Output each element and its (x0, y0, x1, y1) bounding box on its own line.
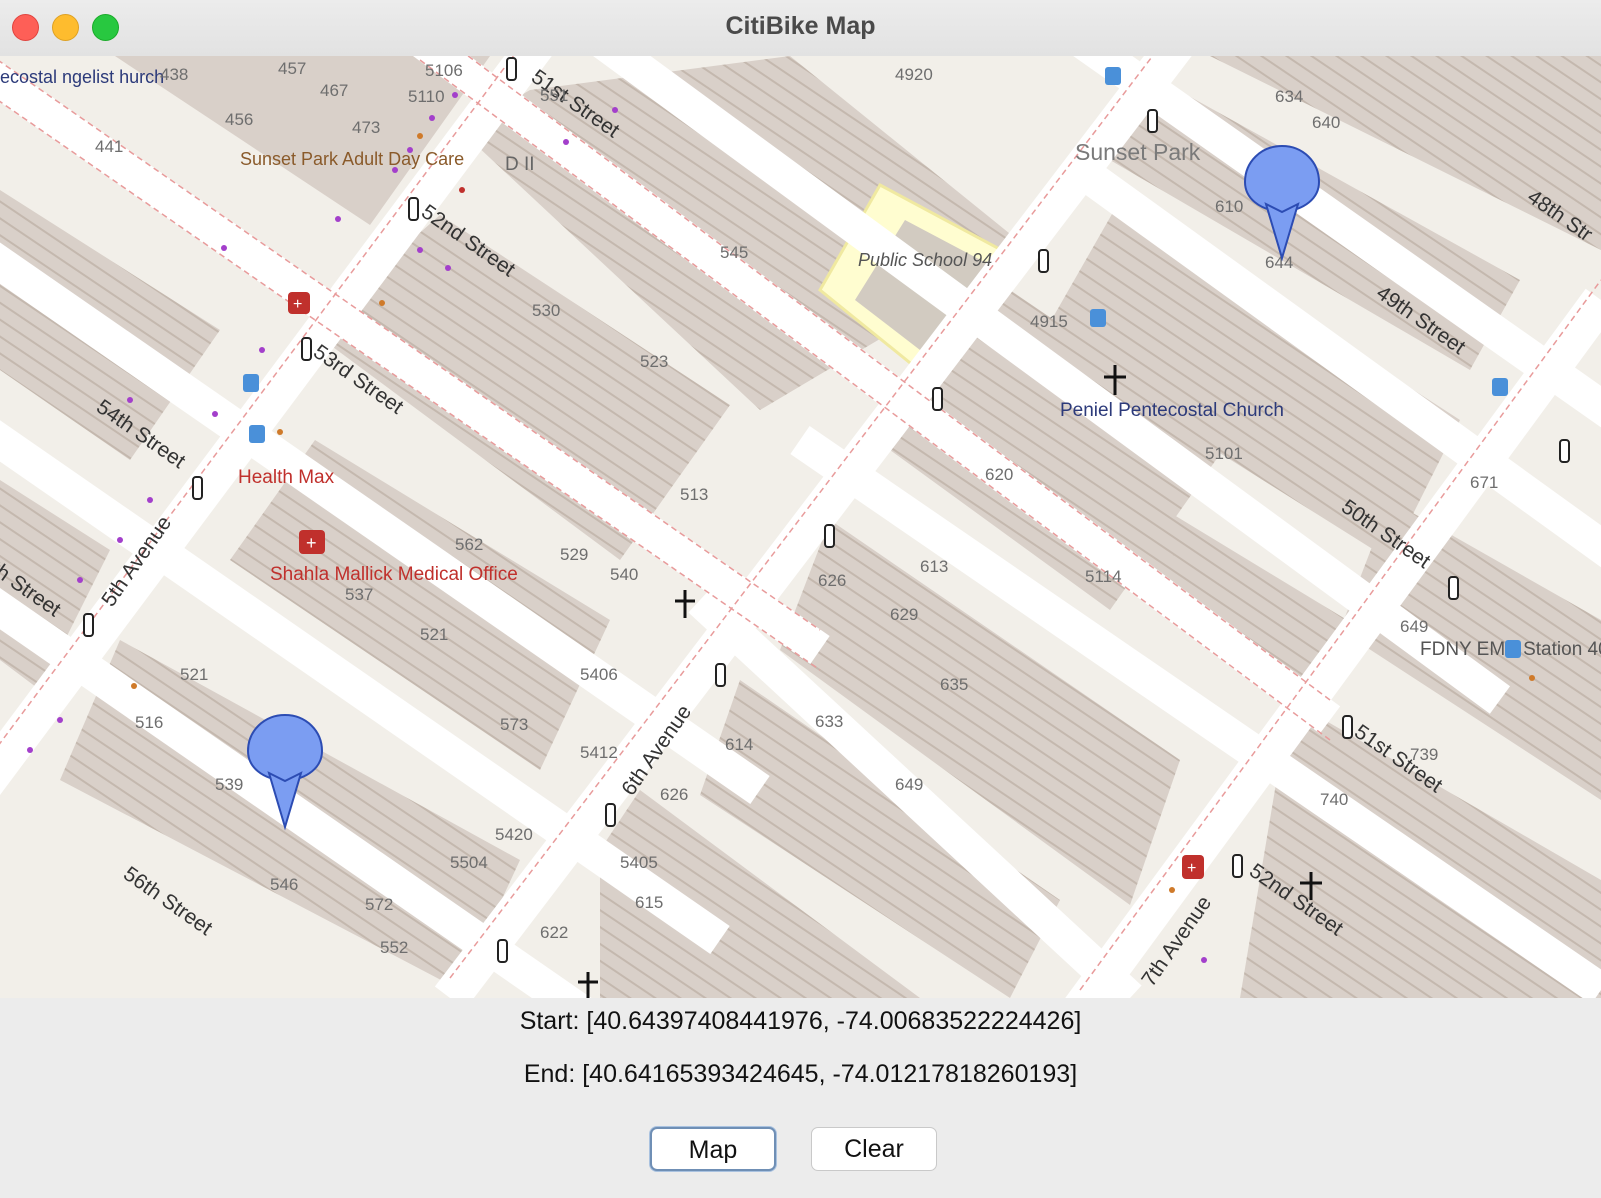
svg-text:546: 546 (270, 875, 298, 894)
svg-text:671: 671 (1470, 473, 1498, 492)
svg-text:649: 649 (895, 775, 923, 794)
church-label: Peniel Pentecostal Church (1060, 400, 1284, 421)
school-label: Public School 94 (858, 250, 992, 270)
svg-text:5106: 5106 (425, 61, 463, 80)
svg-text:562: 562 (455, 535, 483, 554)
svg-text:615: 615 (635, 893, 663, 912)
map-canvas[interactable]: 51st Street 52nd Street 53rd Street 54th… (0, 56, 1601, 998)
svg-text:+: + (306, 533, 317, 553)
church-partial-label: ecostal ngelist hurch (0, 67, 164, 87)
svg-text:521: 521 (180, 665, 208, 684)
svg-text:626: 626 (818, 571, 846, 590)
health-max-label: Health Max (238, 467, 335, 488)
svg-text:626: 626 (660, 785, 688, 804)
svg-text:4915: 4915 (1030, 312, 1068, 331)
svg-text:629: 629 (890, 605, 918, 624)
svg-text:649: 649 (1400, 617, 1428, 636)
svg-text:473: 473 (352, 118, 380, 137)
block-label: D II (505, 154, 535, 175)
medical-office-label: Shahla Mallick Medical Office (270, 564, 518, 585)
svg-text:457: 457 (278, 59, 306, 78)
svg-text:5101: 5101 (1205, 444, 1243, 463)
svg-text:545: 545 (720, 243, 748, 262)
svg-text:529: 529 (560, 545, 588, 564)
svg-text:5110: 5110 (408, 87, 445, 106)
svg-text:634: 634 (1275, 87, 1303, 106)
svg-text:614: 614 (725, 735, 753, 754)
svg-text:633: 633 (815, 712, 843, 731)
clear-button[interactable]: Clear (811, 1127, 937, 1171)
end-marker-icon (246, 713, 324, 783)
map-view[interactable]: 51st Street 52nd Street 53rd Street 54th… (0, 56, 1601, 998)
svg-text:740: 740 (1320, 790, 1348, 809)
end-coordinates: End: [40.64165393424645, -74.01217818260… (523, 1060, 1078, 1088)
svg-text:622: 622 (540, 923, 568, 942)
svg-text:537: 537 (345, 585, 373, 604)
svg-text:573: 573 (500, 715, 528, 734)
start-coordinates: Start: [40.64397408441976, -74.006835222… (519, 1007, 1082, 1035)
svg-text:644: 644 (1265, 253, 1293, 272)
svg-text:530: 530 (532, 301, 560, 320)
start-marker-icon (1243, 144, 1321, 214)
svg-text:620: 620 (985, 465, 1013, 484)
neighborhood-label: Sunset Park (1075, 139, 1201, 165)
svg-text:552: 552 (380, 938, 408, 957)
app-window: CitiBike Map 51st Street 52nd Street 53r… (0, 0, 1601, 1198)
svg-text:438: 438 (160, 65, 188, 84)
svg-text:540: 540 (610, 565, 638, 584)
svg-text:5420: 5420 (495, 825, 533, 844)
svg-text:610: 610 (1215, 197, 1243, 216)
svg-text:467: 467 (320, 81, 348, 100)
svg-text:521: 521 (420, 625, 448, 644)
svg-text:523: 523 (640, 352, 668, 371)
svg-text:456: 456 (225, 110, 253, 129)
svg-text:5412: 5412 (580, 743, 618, 762)
svg-text:4920: 4920 (895, 65, 933, 84)
svg-text:613: 613 (920, 557, 948, 576)
svg-text:5405: 5405 (620, 853, 658, 872)
svg-text:441: 441 (95, 137, 123, 156)
svg-text:551: 551 (540, 86, 568, 105)
svg-text:5114: 5114 (1085, 567, 1122, 586)
daycare-label: Sunset Park Adult Day Care (240, 149, 464, 169)
svg-text:516: 516 (135, 713, 163, 732)
svg-text:513: 513 (680, 485, 708, 504)
svg-text:5504: 5504 (450, 853, 488, 872)
svg-text:739: 739 (1410, 745, 1438, 764)
window-title: CitiBike Map (725, 12, 876, 40)
svg-text:640: 640 (1312, 113, 1340, 132)
svg-text:539: 539 (215, 775, 243, 794)
svg-text:5406: 5406 (580, 665, 618, 684)
svg-text:572: 572 (365, 895, 393, 914)
svg-text:+: + (293, 296, 302, 313)
svg-text:+: + (1187, 860, 1196, 877)
title-bar: CitiBike Map (0, 0, 1601, 57)
svg-text:635: 635 (940, 675, 968, 694)
map-button[interactable]: Map (650, 1127, 776, 1171)
